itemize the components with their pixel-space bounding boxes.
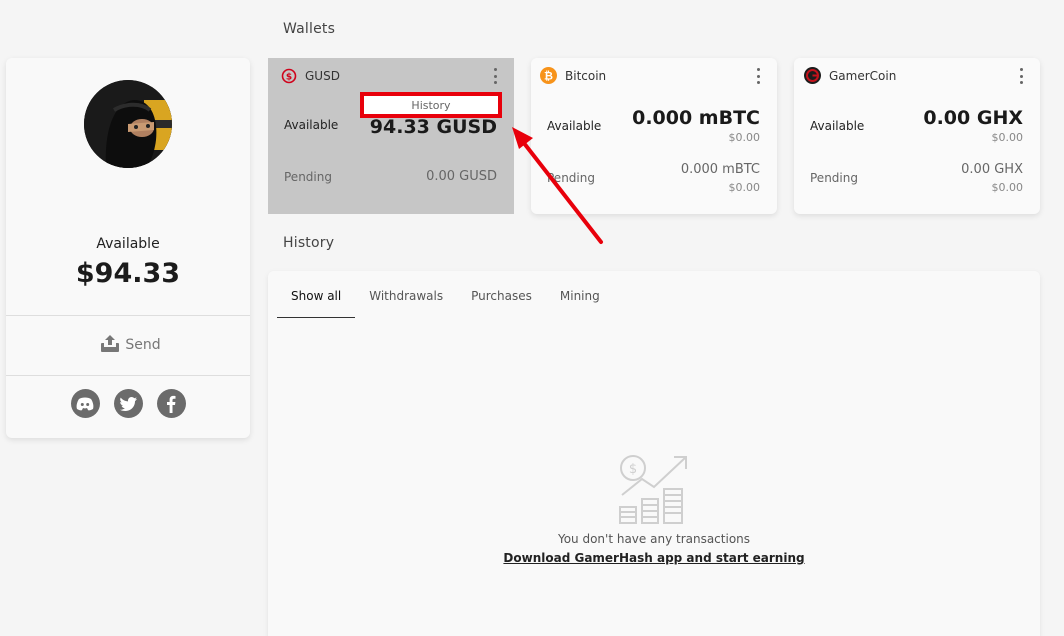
- send-button[interactable]: Send: [86, 332, 176, 358]
- download-app-link[interactable]: Download GamerHash app and start earning: [268, 551, 1040, 565]
- wallet-header: GamerCoin: [804, 67, 896, 84]
- available-amount: 94.33 GUSD: [369, 116, 497, 138]
- available-usd: $0.00: [991, 131, 1024, 144]
- svg-text:$: $: [285, 72, 291, 82]
- gusd-icon: $: [280, 67, 297, 84]
- send-icon: [101, 334, 120, 356]
- pending-label: Pending: [810, 171, 858, 185]
- available-usd: $0.00: [728, 131, 761, 144]
- available-amount: 0.000 mBTC: [632, 107, 760, 129]
- wallet-name: GUSD: [305, 68, 340, 83]
- divider: [6, 315, 250, 316]
- pending-amount: 0.00 GUSD: [426, 169, 497, 184]
- pending-amount: 0.00 GHX: [961, 162, 1023, 177]
- discord-icon[interactable]: [70, 389, 100, 418]
- available-label: Available: [96, 236, 160, 252]
- more-options-icon[interactable]: [490, 68, 500, 84]
- send-label: Send: [125, 337, 161, 353]
- available-label: Available: [284, 118, 339, 132]
- wallet-name: GamerCoin: [829, 68, 897, 83]
- more-options-icon[interactable]: [1016, 68, 1026, 84]
- svg-text:₿: ₿: [544, 70, 553, 83]
- facebook-icon[interactable]: [156, 389, 186, 418]
- history-section-title: History: [283, 235, 335, 251]
- wallet-card-bitcoin[interactable]: ₿ Bitcoin Available 0.000 mBTC $0.00 Pen…: [531, 58, 777, 214]
- tab-withdrawals[interactable]: Withdrawals: [355, 281, 457, 318]
- pending-amount: 0.000 mBTC: [680, 162, 760, 177]
- bitcoin-icon: ₿: [540, 67, 557, 84]
- tab-mining[interactable]: Mining: [546, 281, 614, 318]
- more-options-icon[interactable]: [753, 68, 763, 84]
- social-links: [6, 389, 250, 418]
- svg-text:$: $: [629, 462, 637, 477]
- pending-usd: $0.00: [728, 181, 761, 194]
- pending-usd: $0.00: [991, 181, 1024, 194]
- history-menu-item[interactable]: History: [360, 92, 502, 118]
- divider: [6, 375, 250, 376]
- wallet-header: ₿ Bitcoin: [540, 67, 606, 84]
- history-tabs: Show all Withdrawals Purchases Mining: [277, 281, 614, 318]
- tab-purchases[interactable]: Purchases: [457, 281, 546, 318]
- empty-transactions-icon: $: [616, 451, 692, 529]
- twitter-icon[interactable]: [113, 389, 143, 418]
- history-panel: Show all Withdrawals Purchases Mining $ …: [268, 271, 1040, 636]
- avatar[interactable]: [84, 80, 172, 168]
- total-balance: $94.33: [75, 258, 181, 289]
- tab-show-all[interactable]: Show all: [277, 281, 356, 318]
- available-label: Available: [547, 119, 602, 133]
- empty-message: You don't have any transactions: [557, 532, 751, 546]
- pending-label: Pending: [284, 170, 332, 184]
- gamercoin-icon: [804, 67, 821, 84]
- wallet-card-gusd[interactable]: $ GUSD Available 94.33 GUSD Pending 0.00…: [268, 58, 514, 214]
- wallets-section-title: Wallets: [283, 21, 336, 37]
- wallet-card-gamercoin[interactable]: GamerCoin Available 0.00 GHX $0.00 Pendi…: [794, 58, 1040, 214]
- pending-label: Pending: [547, 171, 595, 185]
- wallet-name: Bitcoin: [565, 68, 607, 83]
- profile-card: Available $94.33 Send: [6, 58, 250, 438]
- available-label: Available: [810, 119, 865, 133]
- wallet-header: $ GUSD: [280, 67, 340, 84]
- available-amount: 0.00 GHX: [923, 107, 1023, 129]
